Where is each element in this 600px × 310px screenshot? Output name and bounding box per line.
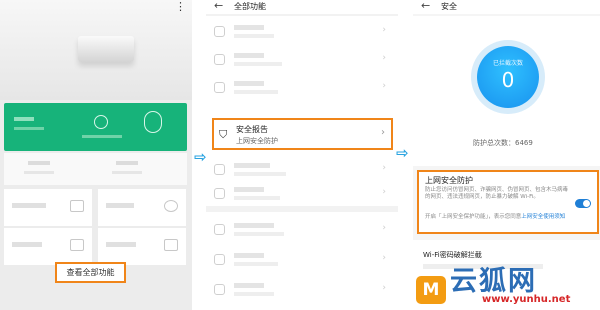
list-item[interactable]: › (206, 156, 398, 183)
section-title: Wi-Fi密码破解拦截 (423, 251, 482, 259)
total-protections: 防护总次数：6469 (473, 139, 533, 147)
chevron-right-icon: › (382, 223, 386, 233)
feature-icon (214, 164, 225, 175)
feature-icon (214, 54, 225, 65)
blocked-label: 已拦截次数 (492, 60, 523, 67)
watermark-url: www.yunhu.net (482, 294, 571, 305)
lock-icon (164, 200, 178, 212)
speed-stats (4, 153, 187, 185)
watermark-logo: M (416, 276, 446, 304)
chevron-right-icon: › (382, 187, 386, 197)
feature-tile[interactable] (98, 228, 186, 265)
item-subtitle: 上网安全防护 (236, 137, 278, 145)
arrow-right-icon: ⇨ (194, 148, 207, 166)
pin-icon (144, 111, 162, 133)
router-image (78, 36, 134, 62)
protection-toggle[interactable] (575, 199, 591, 208)
chevron-right-icon: › (382, 283, 386, 293)
shield-icon: ⛉ (219, 128, 228, 141)
chevron-right-icon: › (381, 127, 385, 138)
feature-icon (214, 254, 225, 265)
view-all-button[interactable]: 查看全部功能 (55, 262, 126, 283)
protection-description: 防止您访问仿冒网页、诈骗网页、伪冒网页、包含木马病毒的网页、违法违规网页，防止暴… (425, 187, 569, 200)
security-report-item[interactable]: ⛉ 安全报告 上网安全防护 › (212, 118, 393, 150)
blocked-summary: 已拦截次数 0 防护总次数：6469 (413, 16, 600, 166)
back-arrow-icon[interactable]: ← (214, 0, 223, 12)
feature-list-lower: › › › (206, 212, 398, 310)
all-features-screen: ← 全部功能 › › › › › ⛉ 安全报告 上网安全防护 › › › › (206, 0, 398, 310)
feature-icon (214, 82, 225, 93)
page-title: 安全 (441, 2, 457, 11)
more-vertical-icon[interactable]: ⋮ (175, 0, 186, 13)
feature-icon (214, 224, 225, 235)
chevron-right-icon: › (382, 81, 386, 91)
home-screen: ⋮ 查看全部功能 (0, 0, 192, 310)
list-item[interactable]: › (206, 276, 398, 303)
top-bar: ← 安全 (413, 0, 600, 14)
security-screen: ← 安全 已拦截次数 0 防护总次数：6469 上网安全防护 防止您访问仿冒网页… (413, 0, 600, 310)
device-icon (70, 200, 84, 212)
list-item[interactable]: › (206, 46, 398, 73)
list-item[interactable]: › (206, 74, 398, 101)
feature-icon (214, 188, 225, 199)
list-item[interactable]: › (206, 180, 398, 207)
status-card (4, 103, 187, 151)
chevron-right-icon: › (382, 53, 386, 63)
chevron-right-icon: › (382, 163, 386, 173)
feature-tile[interactable] (98, 189, 186, 226)
item-label: 安全报告 (236, 125, 268, 134)
terms-link[interactable]: 上网安全使用须知 (521, 214, 565, 220)
feature-tile[interactable] (4, 228, 92, 265)
feature-icon (214, 26, 225, 37)
list-item[interactable]: › (206, 18, 398, 45)
back-arrow-icon[interactable]: ← (421, 0, 430, 12)
feature-list: › › › › › (206, 16, 398, 206)
device-icon (94, 115, 108, 129)
top-bar: ← 全部功能 (206, 0, 398, 14)
feature-icon (214, 284, 225, 295)
chevron-right-icon: › (382, 253, 386, 263)
arrow-right-icon: ⇨ (396, 144, 409, 162)
shield-icon (70, 239, 84, 251)
protection-hint: 开启「上网安全保护功能」，表示您同意上网安全使用须知 (425, 214, 566, 220)
blocked-counter: 已拦截次数 0 (477, 46, 539, 108)
list-item[interactable]: › (206, 216, 398, 243)
chart-icon (164, 239, 178, 251)
protection-title: 上网安全防护 (425, 176, 473, 185)
blocked-value: 0 (501, 68, 515, 92)
internet-protection-card: 上网安全防护 防止您访问仿冒网页、诈骗网页、伪冒网页、包含木马病毒的网页、违法违… (417, 170, 599, 234)
page-title: 全部功能 (234, 2, 266, 11)
list-item[interactable]: › (206, 246, 398, 273)
feature-tile[interactable] (4, 189, 92, 226)
watermark-brand: 云狐网 (450, 266, 537, 297)
chevron-right-icon: › (382, 25, 386, 35)
